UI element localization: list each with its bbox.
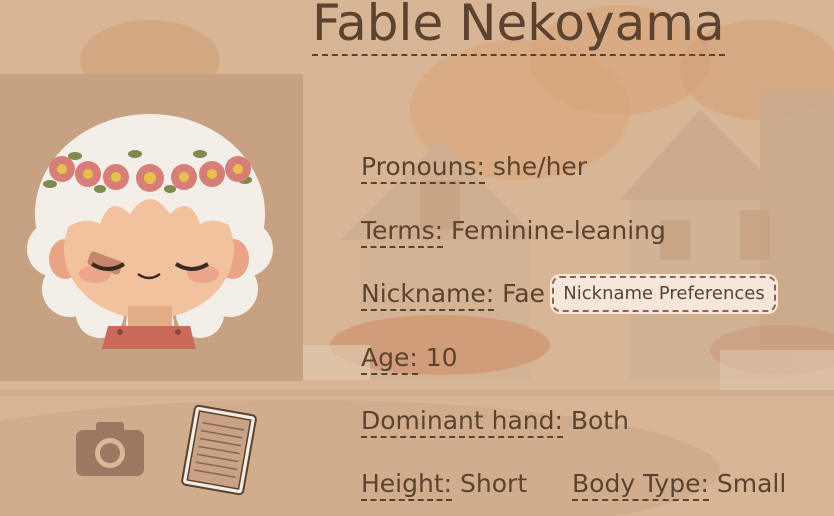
notebook-button[interactable] [180,404,258,496]
terms-value: Feminine-leaning [451,216,666,245]
height-field: Height: Short [361,469,528,501]
character-portrait [27,114,273,349]
terms-label: Terms: [361,216,444,248]
nickname-label: Nickname: [361,279,495,311]
height-value: Short [460,469,528,498]
portrait-panel [0,74,303,381]
notebook-icon [181,404,257,496]
pronouns-label: Pronouns: [361,152,485,184]
nickname-preferences-button[interactable]: Nickname Preferences [552,276,776,312]
dominant-hand-field: Dominant hand: Both [361,406,629,438]
body-type-value: Small [716,469,787,498]
age-label: Age: [361,343,418,375]
age-value: 10 [425,343,458,372]
dominant-hand-value: Both [570,406,629,435]
nickname-field: Nickname: Fae [361,279,545,311]
dominant-hand-label: Dominant hand: [361,406,563,438]
terms-field: Terms: Feminine-leaning [361,216,666,248]
camera-button[interactable] [76,420,144,476]
pronouns-value: she/her [492,152,588,181]
body-type-field: Body Type: Small [572,469,787,501]
age-field: Age: 10 [361,343,458,375]
camera-icon [76,422,144,476]
character-name: Fable Nekoyama [312,0,725,56]
nickname-value: Fae [502,279,545,308]
pronouns-field: Pronouns: she/her [361,152,588,184]
height-label: Height: [361,469,453,501]
body-type-label: Body Type: [572,469,709,501]
